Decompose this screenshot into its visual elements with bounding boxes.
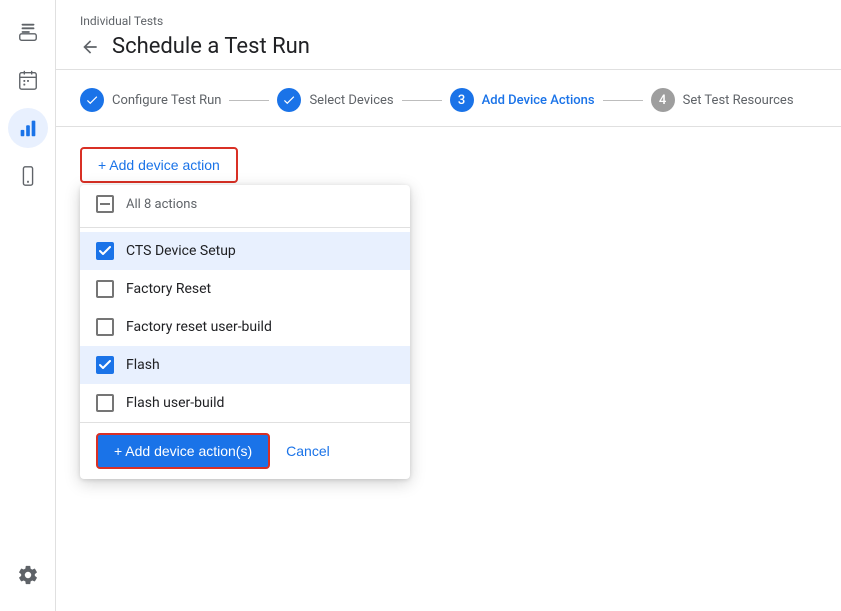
content-area: + Add device action All 8 actions C <box>56 127 841 611</box>
step-1-circle <box>80 88 104 112</box>
checkbox-flash-user-build <box>96 394 114 412</box>
breadcrumb: Individual Tests <box>80 14 817 28</box>
sidebar-item-schedule[interactable] <box>8 60 48 100</box>
sidebar-item-settings[interactable] <box>8 555 48 595</box>
stepper: Configure Test Run Select Devices 3 Add … <box>56 70 841 127</box>
sidebar <box>0 0 56 611</box>
dropdown-item-cts-device-setup[interactable]: CTS Device Setup <box>80 232 410 270</box>
step-configure: Configure Test Run <box>80 88 221 112</box>
checkbox-all <box>96 195 114 213</box>
step-set-test-resources: 4 Set Test Resources <box>651 88 794 112</box>
dropdown-item-flash-user-build-label: Flash user-build <box>126 395 224 411</box>
step-4-label: Set Test Resources <box>683 93 794 108</box>
dropdown-item-all[interactable]: All 8 actions <box>80 185 410 223</box>
dropdown-item-flash[interactable]: Flash <box>80 346 410 384</box>
step-2-circle <box>277 88 301 112</box>
step-select-devices: Select Devices <box>277 88 393 112</box>
dropdown-item-flash-user-build[interactable]: Flash user-build <box>80 384 410 422</box>
dropdown-item-factory-reset-user-build[interactable]: Factory reset user-build <box>80 308 410 346</box>
page-title: Schedule a Test Run <box>112 34 310 59</box>
step-2-label: Select Devices <box>309 93 393 108</box>
step-3-label: Add Device Actions <box>482 93 595 108</box>
checkbox-factory-reset <box>96 280 114 298</box>
dropdown-item-factory-reset-user-build-label: Factory reset user-build <box>126 319 272 335</box>
add-device-actions-button[interactable]: + Add device action(s) <box>96 433 270 469</box>
dropdown-footer: + Add device action(s) Cancel <box>80 422 410 479</box>
cancel-button[interactable]: Cancel <box>282 435 334 467</box>
step-4-circle: 4 <box>651 88 675 112</box>
dropdown-item-cts-label: CTS Device Setup <box>126 243 236 259</box>
dropdown-item-factory-reset[interactable]: Factory Reset <box>80 270 410 308</box>
step-add-device-actions: 3 Add Device Actions <box>450 88 595 112</box>
page-header: Individual Tests Schedule a Test Run <box>56 0 841 70</box>
checkbox-flash <box>96 356 114 374</box>
sidebar-item-devices[interactable] <box>8 156 48 196</box>
step-connector-2 <box>402 100 442 101</box>
sidebar-item-tests[interactable] <box>8 12 48 52</box>
add-device-action-button[interactable]: + Add device action <box>80 147 238 183</box>
dropdown-divider <box>80 227 410 228</box>
main-content: Individual Tests Schedule a Test Run Con… <box>56 0 841 611</box>
device-action-dropdown: All 8 actions CTS Device Setup Factory R… <box>80 185 410 479</box>
back-button[interactable] <box>80 37 100 57</box>
dropdown-item-factory-reset-label: Factory Reset <box>126 281 211 297</box>
step-connector-3 <box>603 100 643 101</box>
sidebar-item-reports[interactable] <box>8 108 48 148</box>
checkbox-cts-device-setup <box>96 242 114 260</box>
checkbox-factory-reset-user-build <box>96 318 114 336</box>
dropdown-list: All 8 actions CTS Device Setup Factory R… <box>80 185 410 422</box>
dropdown-item-flash-label: Flash <box>126 357 160 373</box>
step-connector-1 <box>229 100 269 101</box>
step-1-label: Configure Test Run <box>112 93 221 108</box>
dropdown-item-all-label: All 8 actions <box>126 197 197 212</box>
step-3-circle: 3 <box>450 88 474 112</box>
